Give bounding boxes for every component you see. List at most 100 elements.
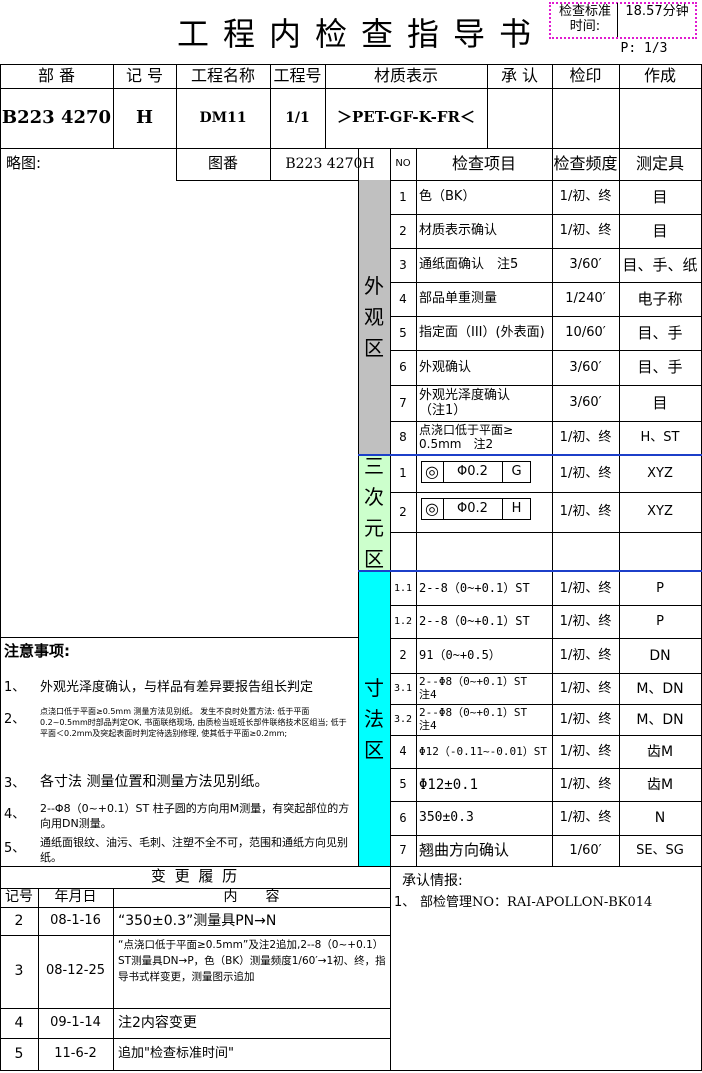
gdt-tolerance: Φ0.2 — [457, 463, 488, 479]
appearance-row-freq: 10/60′ — [565, 325, 606, 341]
dimension-row-item: 91（0~+0.5） — [419, 648, 501, 663]
history-header-content: 内 容 — [223, 889, 280, 906]
history-row-date: 08-12-25 — [45, 963, 105, 979]
dimension-row-tool: 齿M — [646, 776, 674, 793]
appearance-row-no: 3 — [399, 257, 407, 272]
dimension-row-no: 3.1 — [393, 683, 413, 695]
zone-cmm: 三次元区 — [358, 454, 390, 571]
dimension-row-no: 4 — [399, 744, 407, 759]
header-label-prepared: 作成 — [643, 65, 676, 85]
dimension-row-tool: SE、SG — [636, 842, 684, 858]
note-text: 2--Φ8（0~+0.1）ST 柱子圆的方向用M测量，有突起部位的方向用DN测量… — [40, 802, 350, 830]
history-row-content: 追加"检查标准时间" — [118, 1045, 234, 1061]
appearance-row-item: 材质表示确认 — [419, 223, 498, 239]
gdt-datum: H — [511, 500, 522, 516]
cmm-row-tool: XYZ — [647, 504, 673, 520]
header-label-part-no: 部 番 — [37, 65, 76, 85]
sketch-label: 略图: — [6, 154, 42, 173]
dimension-row-no: 1.1 — [393, 583, 413, 595]
appearance-row-tool: 目、手、纸 — [622, 255, 698, 274]
history-row-content: 注2内容变更 — [118, 1014, 197, 1031]
history-header-date: 年月日 — [54, 889, 97, 906]
dimension-row-no: 2 — [399, 648, 407, 663]
dimension-row-tool: 齿M — [646, 743, 674, 760]
appearance-row-tool: 目、手 — [637, 323, 683, 342]
appearance-row-freq: 3/60′ — [569, 359, 602, 375]
appearance-row-no: 7 — [399, 395, 407, 410]
col-item: 检查项目 — [451, 153, 516, 173]
dimension-row-item: 350±0.3 — [419, 810, 474, 826]
dimension-row-item: 2--8（0~+0.1）ST — [419, 581, 530, 596]
dimension-row-freq: 1/初、终 — [559, 810, 612, 826]
note-number: 3、 — [4, 776, 26, 791]
appearance-row-item: 色（BK） — [419, 189, 476, 205]
appearance-row-item: 部品单重测量 — [419, 291, 498, 307]
appearance-row-freq: 1/240′ — [565, 291, 606, 307]
appearance-row-freq: 1/初、终 — [559, 429, 612, 445]
note-number: 1、 — [4, 680, 26, 695]
appearance-row-tool: 电子称 — [637, 289, 683, 308]
header-label-process-no: 工程号 — [273, 65, 322, 85]
history-row-date: 09-1-14 — [50, 1014, 101, 1030]
dimension-row-freq: 1/初、终 — [559, 580, 612, 596]
dimension-row-freq: 1/初、终 — [559, 743, 612, 759]
note-text: 通纸面银纹、油污、毛刺、注塑不全不可，范围和通纸方向见别纸。 — [40, 836, 348, 864]
appearance-row-no: 5 — [399, 325, 407, 340]
approval-item-number: 1、 — [394, 895, 416, 910]
history-row-mark: 3 — [14, 963, 24, 980]
dimension-row-freq: 1/初、终 — [559, 711, 612, 727]
history-row-date: 11-6-2 — [54, 1045, 97, 1061]
appearance-row-tool: 目 — [652, 393, 668, 412]
dimension-row-tool: DN — [649, 647, 671, 664]
dimension-row-tool: M、DN — [636, 680, 684, 697]
dimension-row-no: 3.2 — [393, 714, 413, 726]
appearance-row-tool: H、ST — [640, 429, 680, 445]
dimension-row-freq: 1/初、终 — [559, 647, 612, 663]
appearance-row-item: 外观确认 — [419, 359, 472, 375]
appearance-row-item: 外观光泽度确认（注1） — [419, 387, 511, 418]
header-label-inspection-stamp: 检印 — [569, 65, 602, 85]
inspection-sheet: 工程内检查指导书 检查标准时间: 18.57分钟 P: 1/3 部 番 记 号 … — [0, 0, 702, 1073]
history-row-date: 08-1-16 — [50, 912, 101, 928]
standard-time-value: 18.57分钟 — [625, 3, 689, 19]
notes-title: 注意事项: — [4, 642, 70, 660]
document-title: 工程内检查指导书 — [176, 14, 545, 53]
header-label-process-name: 工程名称 — [190, 65, 255, 85]
page-number: P: 1/3 — [620, 40, 668, 56]
appearance-row-freq: 3/60′ — [569, 257, 602, 273]
dimension-row-item: Φ12±0.1 — [419, 776, 479, 793]
dimension-row-no: 6 — [399, 810, 407, 825]
dimension-row-tool: N — [654, 810, 666, 827]
note-text: 点浇口低于平面≥0.5mm 测量方法见别纸。 发生不良时处置方法: 低于平面0.… — [40, 707, 347, 738]
appearance-row-no: 4 — [399, 291, 407, 306]
col-no: NO — [395, 158, 411, 170]
dimension-row-item: 翘曲方向确认 — [419, 841, 510, 860]
drawing-no-label: 图番 — [207, 154, 238, 173]
mark-value: H — [135, 106, 153, 128]
dimension-row-item: 2--8（0~+0.1）ST — [419, 614, 530, 629]
cmm-row-freq: 1/初、终 — [559, 504, 612, 520]
appearance-row-tool: 目 — [652, 187, 668, 206]
appearance-row-no: 2 — [399, 223, 407, 238]
appearance-row-no: 8 — [399, 430, 407, 445]
dimension-row-freq: 1/初、终 — [559, 680, 612, 696]
header-label-material: 材质表示 — [373, 65, 438, 85]
note-text: 各寸法 测量位置和测量方法见别纸。 — [40, 774, 269, 790]
appearance-row-tool: 目、手 — [637, 358, 683, 377]
process-no-value: 1/1 — [285, 109, 310, 126]
appearance-row-no: 6 — [399, 360, 407, 375]
appearance-row-tool: 目 — [652, 221, 668, 240]
history-row-mark: 2 — [14, 912, 24, 929]
appearance-row-freq: 1/初、终 — [559, 223, 612, 239]
dimension-row-freq: 1/初、终 — [559, 613, 612, 629]
dimension-row-no: 5 — [399, 777, 407, 792]
material-value: ＞PET-GF-K-FR＜ — [337, 108, 475, 127]
appearance-row-item: 通纸面确认 注5 — [419, 257, 519, 273]
approval-title: 承认情报: — [402, 873, 463, 889]
history-header-mark: 记号 — [5, 889, 33, 906]
approval-item-text: 部检管理NO：RAI-APOLLON-BK014 — [420, 895, 653, 910]
cmm-row-no: 2 — [399, 504, 407, 519]
dimension-row-item: 2--Φ8（0~+0.1）ST 注4 — [419, 706, 528, 732]
drawing-no-value: B223 4270H — [285, 155, 375, 172]
dimension-row-tool: M、DN — [636, 711, 684, 728]
